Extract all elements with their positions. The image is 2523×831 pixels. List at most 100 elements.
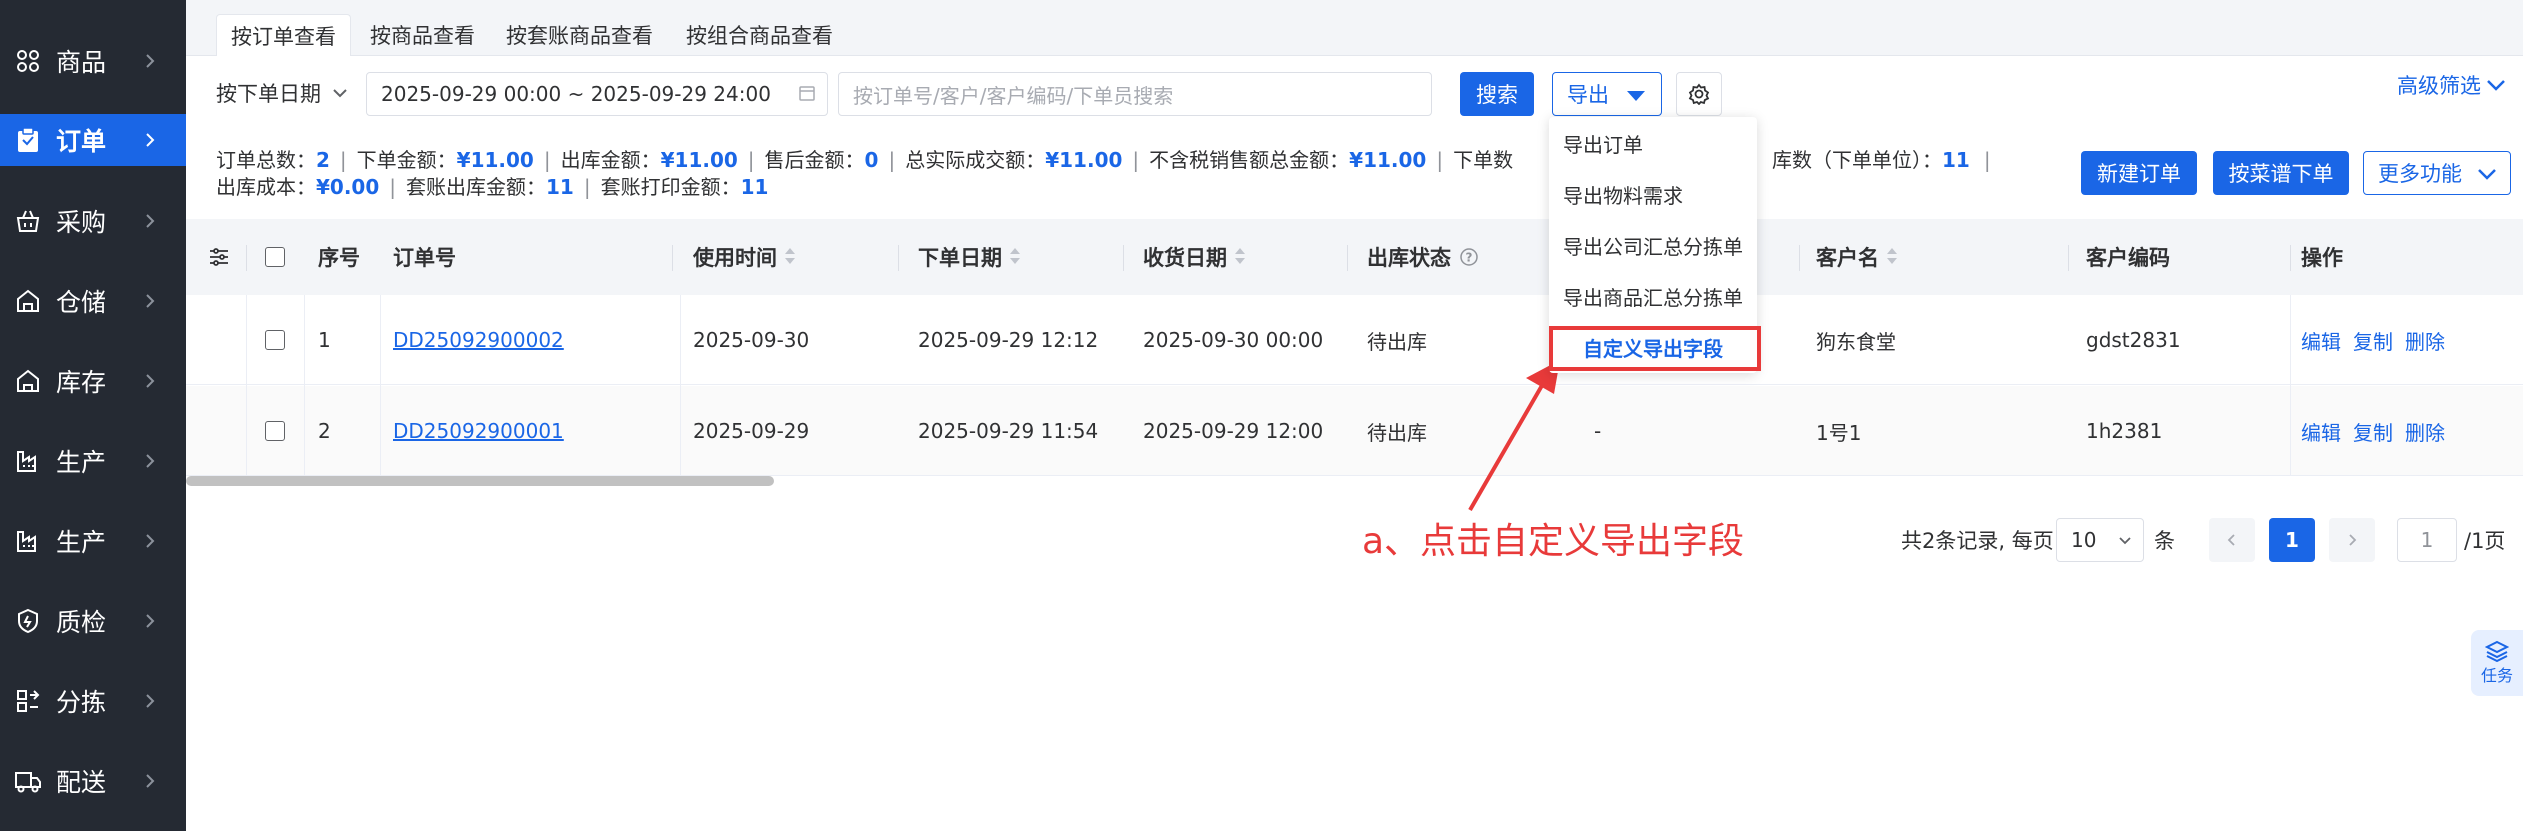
task-panel-tab[interactable]: 任务 xyxy=(2471,630,2523,696)
chevron-down-icon xyxy=(2487,80,2505,91)
sidebar-item-orders[interactable]: 订单 xyxy=(0,114,186,166)
view-tabs: 按订单查看 按商品查看 按套账商品查看 按组合商品查看 xyxy=(186,0,2523,56)
tab-by-account-product[interactable]: 按套账商品查看 xyxy=(492,14,667,56)
summary-label: 下单数 xyxy=(1453,148,1514,172)
tab-by-product[interactable]: 按商品查看 xyxy=(356,14,489,56)
sidebar-item-sorting[interactable]: 分拣 xyxy=(0,675,186,727)
edit-link[interactable]: 编辑 xyxy=(2301,326,2341,355)
delete-link[interactable]: 删除 xyxy=(2405,417,2445,446)
header-label: 收货日期 xyxy=(1143,246,1227,270)
horizontal-scrollbar[interactable] xyxy=(186,476,774,486)
factory-icon xyxy=(14,527,42,555)
new-order-button[interactable]: 新建订单 xyxy=(2081,151,2197,195)
main-content: 按订单查看 按商品查看 按套账商品查看 按组合商品查看 按下单日期 2025-0… xyxy=(186,0,2523,831)
sidebar-item-inventory[interactable]: 库存 xyxy=(0,355,186,407)
current-page-button[interactable]: 1 xyxy=(2269,518,2315,562)
pagination-total-pages: /1页 xyxy=(2464,529,2506,553)
cell-mid: - xyxy=(1594,419,1602,443)
annotation-highlight-box xyxy=(1549,326,1761,371)
sidebar-item-label: 库存 xyxy=(56,368,107,397)
header-use-time[interactable]: 使用时间 xyxy=(693,219,795,295)
sort-icon xyxy=(1010,248,1020,266)
search-button[interactable]: 搜索 xyxy=(1460,72,1534,116)
factory-icon xyxy=(14,447,42,475)
summary-label: 出库金额： xyxy=(560,148,661,172)
page-jump-input[interactable]: 1 xyxy=(2397,518,2457,562)
cell-seq: 2 xyxy=(318,419,331,443)
gear-icon xyxy=(1688,83,1710,105)
delete-link[interactable]: 删除 xyxy=(2405,326,2445,355)
sidebar-item-delivery[interactable]: 配送 xyxy=(0,755,186,807)
menu-item-export-orders[interactable]: 导出订单 xyxy=(1549,117,1757,169)
more-functions-button[interactable]: 更多功能 xyxy=(2363,151,2511,195)
next-page-button[interactable] xyxy=(2329,518,2375,562)
chevron-right-icon xyxy=(2349,534,2357,546)
copy-link[interactable]: 复制 xyxy=(2353,326,2393,355)
summary-value: ¥11.00 xyxy=(1349,148,1427,172)
chevron-right-icon xyxy=(146,694,155,708)
header-customer-name[interactable]: 客户名 xyxy=(1816,219,1897,295)
export-button[interactable]: 导出 xyxy=(1552,72,1662,116)
header-stock-status: 出库状态 ? xyxy=(1367,219,1479,295)
order-link[interactable]: DD25092900001 xyxy=(393,419,564,443)
chevron-right-icon xyxy=(146,54,155,68)
sort-icon xyxy=(785,248,795,266)
row-checkbox[interactable] xyxy=(265,295,285,385)
summary-tail: 库数（下单单位）：11 | xyxy=(1772,148,1991,172)
shield-icon xyxy=(14,607,42,635)
advanced-filter-link[interactable]: 高级筛选 xyxy=(2397,70,2507,100)
menu-item-export-materials[interactable]: 导出物料需求 xyxy=(1549,168,1757,220)
menu-item-export-company-sorting[interactable]: 导出公司汇总分拣单 xyxy=(1549,219,1757,271)
order-link[interactable]: DD25092900002 xyxy=(393,328,564,352)
cell-order-no: DD25092900001 xyxy=(393,386,564,476)
cell-receive-date: 2025-09-30 00:00 xyxy=(1143,328,1324,352)
row-checkbox[interactable] xyxy=(265,386,285,476)
chevron-right-icon xyxy=(146,534,155,548)
summary-label: 库数（下单单位）： xyxy=(1772,148,1942,172)
select-all-checkbox[interactable] xyxy=(265,219,285,295)
header-order-date[interactable]: 下单日期 xyxy=(918,219,1020,295)
sidebar-item-production-2[interactable]: 生产 xyxy=(0,515,186,567)
page-size-select[interactable]: 10 xyxy=(2056,518,2144,562)
search-input[interactable]: 按订单号/客户/客户编码/下单员搜索 xyxy=(838,72,1432,116)
copy-link[interactable]: 复制 xyxy=(2353,417,2393,446)
date-type-select[interactable]: 按下单日期 xyxy=(216,70,349,116)
sidebar-item-purchase[interactable]: 采购 xyxy=(0,195,186,247)
menu-item-export-product-sorting[interactable]: 导出商品汇总分拣单 xyxy=(1549,270,1757,322)
cell-use-time: 2025-09-30 xyxy=(693,328,810,352)
cell-stock-status: 待出库 xyxy=(1367,329,1427,354)
help-icon[interactable]: ? xyxy=(1459,247,1479,267)
sidebar-item-products[interactable]: 商品 xyxy=(0,35,186,87)
tab-by-combo-product[interactable]: 按组合商品查看 xyxy=(672,14,847,56)
recipe-order-button[interactable]: 按菜谱下单 xyxy=(2213,151,2349,195)
header-receive-date[interactable]: 收货日期 xyxy=(1143,219,1245,295)
pagination-total: 共2条记录, 每页 xyxy=(1901,529,2054,553)
cell-customer-name: 狗东食堂 xyxy=(1816,329,1896,354)
chevron-right-icon xyxy=(146,294,155,308)
chevron-right-icon xyxy=(146,614,155,628)
summary-label: 总实际成交额： xyxy=(905,148,1046,172)
prev-page-button[interactable] xyxy=(2209,518,2255,562)
sidebar-item-label: 订单 xyxy=(56,127,107,156)
date-range-picker[interactable]: 2025-09-29 00:00 ~ 2025-09-29 24:00 xyxy=(366,72,828,116)
sidebar-item-label: 配送 xyxy=(56,768,107,797)
summary-value: ¥11.00 xyxy=(660,148,738,172)
page-size-value: 10 xyxy=(2071,528,2097,552)
settings-button[interactable] xyxy=(1676,72,1722,116)
table-row: 2 DD25092900001 2025-09-29 2025-09-29 11… xyxy=(186,386,2523,476)
sidebar-item-label: 生产 xyxy=(56,448,107,477)
cell-customer-code: 1h2381 xyxy=(2086,419,2163,443)
summary-value: ¥11.00 xyxy=(1045,148,1123,172)
sidebar-item-warehouse[interactable]: 仓储 xyxy=(0,275,186,327)
sidebar-item-quality[interactable]: 质检 xyxy=(0,595,186,647)
chevron-right-icon xyxy=(146,374,155,388)
summary-label: 出库成本： xyxy=(216,175,316,199)
edit-link[interactable]: 编辑 xyxy=(2301,417,2341,446)
sidebar-item-production[interactable]: 生产 xyxy=(0,435,186,487)
sidebar-item-label: 分拣 xyxy=(56,688,107,717)
summary-label: 套账出库金额： xyxy=(406,175,547,199)
sidebar: 商品 订单 采购 仓储 库存 生产 生产 质检 分拣 配送 xyxy=(0,0,186,831)
table-header: 序号 订单号 使用时间 下单日期 收货日期 出库状态 ? 客户名 客户编码 操作 xyxy=(186,219,2523,295)
column-settings-icon[interactable] xyxy=(208,219,230,295)
tab-by-order[interactable]: 按订单查看 xyxy=(216,14,351,56)
